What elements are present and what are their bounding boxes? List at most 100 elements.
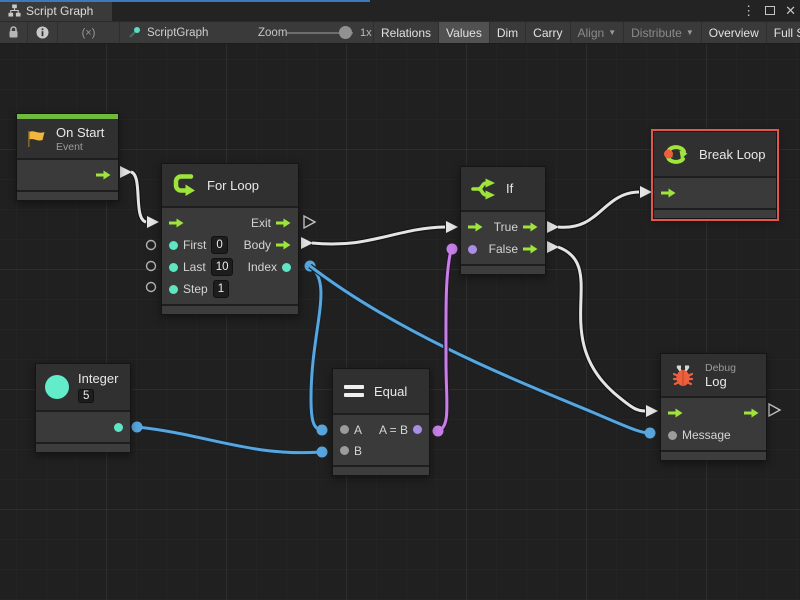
bug-icon: [670, 362, 696, 388]
if-true-port[interactable]: [523, 222, 538, 232]
graph-breadcrumb: ScriptGraph: [128, 22, 208, 43]
lock-button[interactable]: [0, 22, 28, 43]
node-if[interactable]: If True False: [460, 166, 546, 275]
dim-button[interactable]: Dim: [489, 22, 525, 43]
port-label: A = B: [379, 423, 408, 437]
if-enter-port[interactable]: [468, 222, 483, 232]
port-label: B: [354, 444, 362, 458]
node-kicker: Debug: [705, 362, 736, 374]
for-loop-step-port[interactable]: [169, 285, 178, 294]
carry-button[interactable]: Carry: [525, 22, 569, 43]
node-footer: [36, 442, 130, 452]
port-label: Index: [248, 260, 277, 274]
equal-b-port[interactable]: [340, 446, 349, 455]
node-title: Equal: [374, 384, 407, 399]
for-loop-first-value[interactable]: 0: [211, 236, 227, 254]
integer-type-icon: [45, 375, 69, 399]
for-loop-last-value[interactable]: 10: [211, 258, 234, 276]
tab-bar: Script Graph ⋮ ✕: [0, 0, 800, 21]
debug-log-exit-port[interactable]: [744, 408, 759, 418]
port-label: A: [354, 423, 362, 437]
window-maximize-icon[interactable]: [765, 6, 775, 15]
node-title: If: [506, 181, 513, 196]
port-row: A A = B: [333, 419, 429, 440]
unity-script-graph-window: Script Graph ⋮ ✕ (×): [0, 0, 800, 600]
debug-log-message-port[interactable]: [668, 431, 677, 440]
debug-log-header: Debug Log: [661, 354, 766, 396]
if-header: If: [461, 167, 545, 210]
if-false-port[interactable]: [523, 244, 538, 254]
integer-value[interactable]: 5: [78, 389, 94, 403]
align-button[interactable]: Align▼: [570, 22, 624, 43]
window-controls: ⋮ ✕: [742, 0, 796, 21]
port-label: Body: [244, 238, 271, 252]
equal-a-port[interactable]: [340, 425, 349, 434]
zoom-slider-handle[interactable]: [339, 26, 352, 39]
integer-out-port[interactable]: [114, 423, 123, 432]
for-loop-index-port[interactable]: [282, 263, 291, 272]
for-loop-step-value[interactable]: 1: [213, 280, 229, 298]
node-break-loop[interactable]: Break Loop: [653, 131, 777, 219]
window-menu-icon[interactable]: ⋮: [742, 3, 755, 19]
node-footer: [661, 450, 766, 460]
info-button[interactable]: [28, 22, 58, 43]
lock-icon: [8, 26, 19, 39]
node-footer: [461, 264, 545, 274]
for-loop-last-port[interactable]: [169, 263, 178, 272]
info-icon: [36, 26, 49, 39]
equal-header: Equal: [333, 369, 429, 413]
values-button[interactable]: Values: [438, 22, 489, 43]
node-footer: [654, 208, 776, 218]
on-start-trigger-out-port[interactable]: [96, 170, 111, 180]
for-loop-enter-port[interactable]: [169, 218, 184, 228]
tab-script-graph[interactable]: Script Graph: [0, 0, 112, 21]
port-label: False: [489, 242, 518, 256]
port-label: Message: [682, 428, 731, 442]
fullscreen-button[interactable]: Full Screen: [766, 22, 800, 43]
port-label: First: [183, 238, 206, 252]
chevron-down-icon: ▼: [686, 28, 694, 37]
for-loop-first-port[interactable]: [169, 241, 178, 250]
graph-hierarchy-icon: [8, 4, 21, 17]
tab-title: Script Graph: [26, 4, 93, 18]
graph-toolbar: (×) ScriptGraph Zoom 1x Relations Values…: [0, 21, 800, 44]
overview-button[interactable]: Overview: [701, 22, 766, 43]
debug-log-enter-port[interactable]: [668, 408, 683, 418]
window-close-icon[interactable]: ✕: [785, 3, 796, 19]
node-integer[interactable]: Integer 5: [35, 363, 131, 453]
node-on-start[interactable]: On Start Event: [16, 113, 119, 201]
relations-button[interactable]: Relations: [373, 22, 438, 43]
for-loop-exit-port[interactable]: [276, 218, 291, 228]
break-loop-header: Break Loop: [654, 132, 776, 176]
graph-canvas[interactable]: [0, 44, 800, 600]
node-for-loop[interactable]: For Loop Exit First 0 Body Last 10: [161, 163, 299, 315]
port-row: [654, 182, 776, 204]
port-row: Message: [661, 424, 766, 446]
node-title: Log: [705, 374, 736, 389]
break-loop-enter-port[interactable]: [661, 188, 676, 198]
node-footer: [162, 304, 298, 314]
node-debug-log[interactable]: Debug Log Message: [660, 353, 767, 461]
port-row: False: [461, 238, 545, 260]
node-equal[interactable]: Equal A A = B B: [332, 368, 430, 476]
if-condition-port[interactable]: [468, 245, 477, 254]
distribute-button[interactable]: Distribute▼: [623, 22, 701, 43]
equal-result-port[interactable]: [413, 425, 422, 434]
zoom-slider[interactable]: [287, 22, 353, 43]
port-row: Exit: [162, 212, 298, 234]
active-tab-accent: [0, 0, 370, 2]
script-graph-icon: [128, 26, 141, 39]
port-label: Last: [183, 260, 206, 274]
node-footer: [333, 465, 429, 475]
node-title: Break Loop: [699, 147, 766, 162]
node-subtitle: Event: [56, 141, 104, 153]
code-preview-button[interactable]: (×): [58, 22, 120, 43]
for-loop-body-port[interactable]: [276, 240, 291, 250]
node-title: On Start: [56, 125, 104, 140]
graph-name: ScriptGraph: [147, 27, 208, 39]
if-branch-icon: [471, 176, 497, 202]
code-preview-icon: (×): [82, 27, 96, 39]
node-footer: [17, 190, 118, 200]
break-loop-icon: [662, 140, 690, 168]
node-title: Integer: [78, 371, 118, 386]
